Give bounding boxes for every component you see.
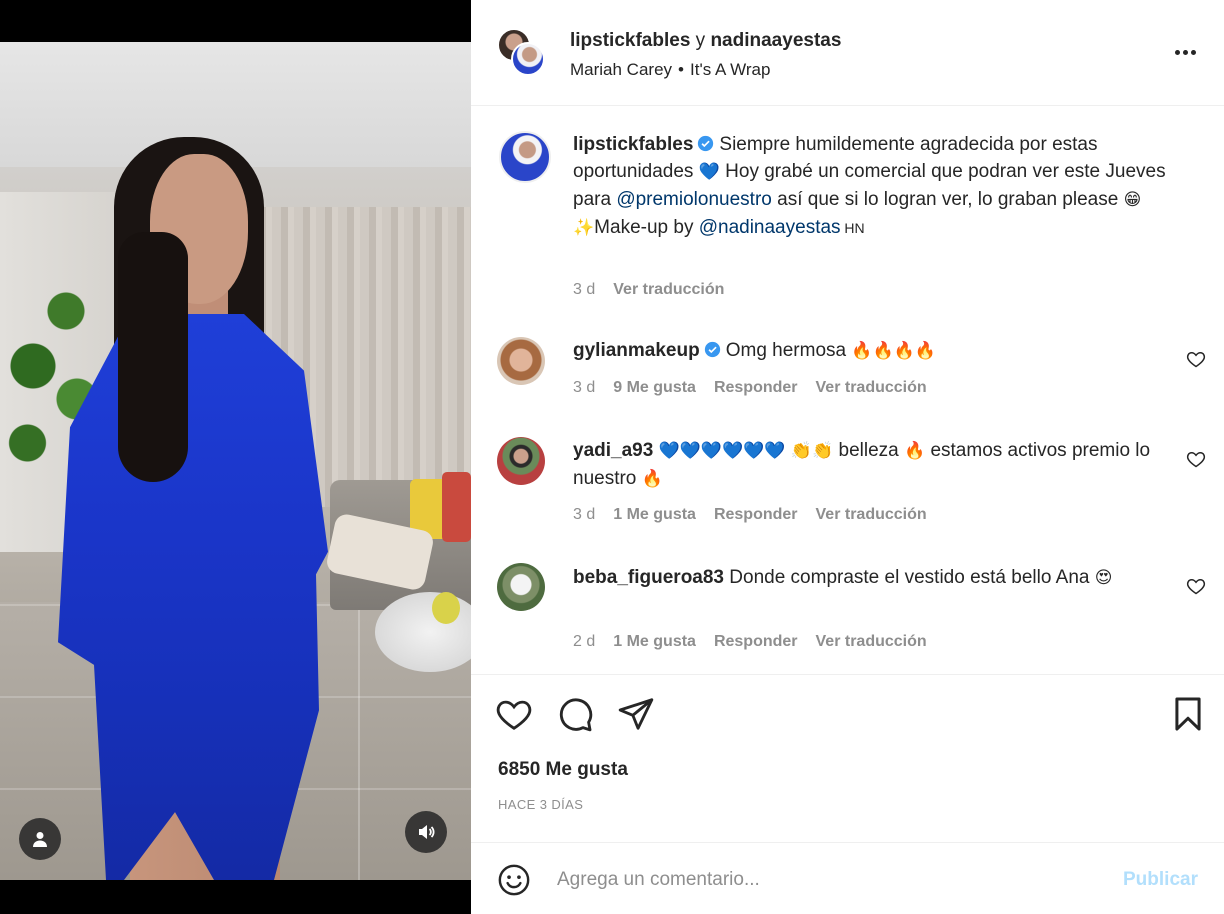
comment-emoji: 👏👏 <box>790 441 834 461</box>
comment-input[interactable] <box>557 865 1097 895</box>
verified-badge-icon <box>698 135 714 152</box>
avatar[interactable] <box>499 131 551 183</box>
collab-avatars[interactable] <box>497 28 547 78</box>
post-authors: lipstickfables y nadinaayestas <box>570 30 841 52</box>
comment-emoji: 🔥 <box>641 469 663 489</box>
avatar[interactable] <box>497 337 545 385</box>
video-frame[interactable] <box>0 42 471 880</box>
audio-separator: • <box>678 60 684 79</box>
comment-composer: Publicar <box>471 842 1224 914</box>
like-comment-heart-icon[interactable] <box>1186 349 1206 369</box>
caption-text: Make-up by <box>594 217 699 238</box>
avatar <box>511 42 545 76</box>
comment-meta: 3 d 1 Me gusta Responder Ver traducción <box>573 506 945 524</box>
timestamp[interactable]: 3 d <box>573 281 595 298</box>
audio-track[interactable]: It's A Wrap <box>690 60 770 79</box>
comment-emoji: 🔥 <box>904 441 926 461</box>
comment-body: yadi_a93 💙💙💙💙💙💙 👏👏 belleza 🔥 estamos act… <box>573 437 1173 493</box>
like-comment-heart-icon[interactable] <box>1186 576 1206 596</box>
avatar[interactable] <box>497 563 545 611</box>
timestamp[interactable]: 3 d <box>573 506 595 523</box>
comment-meta: 2 d 1 Me gusta Responder Ver traducción <box>573 633 945 651</box>
author-link[interactable]: nadinaayestas <box>710 30 841 51</box>
verified-badge-icon <box>704 341 720 358</box>
post-caption: lipstickfables Siempre humildemente agrad… <box>573 131 1193 242</box>
emoji-icon[interactable] <box>497 863 531 897</box>
volume-icon <box>419 825 435 839</box>
avatar[interactable] <box>497 437 545 485</box>
caption-emoji: 💙 <box>698 162 720 182</box>
person-hair <box>118 232 188 482</box>
tagged-users-button[interactable] <box>19 818 61 860</box>
post-panel: lipstickfables y nadinaayestas Mariah Ca… <box>471 0 1224 914</box>
audio-attribution: Mariah Carey • It's A Wrap <box>570 60 770 80</box>
mention-link[interactable]: @premiolonuestro <box>616 189 772 210</box>
likes-count[interactable]: 1 Me gusta <box>613 633 696 650</box>
post-actions: 6850 Me gusta HACE 3 DÍAS <box>471 674 1224 834</box>
translate-link[interactable]: Ver traducción <box>816 506 927 523</box>
comment-emoji: 🔥🔥🔥🔥 <box>851 341 937 361</box>
caption-meta: 3 d Ver traducción <box>573 281 742 299</box>
reply-button[interactable]: Responder <box>714 633 798 650</box>
post-header: lipstickfables y nadinaayestas Mariah Ca… <box>471 0 1224 106</box>
bookmark-icon[interactable] <box>1169 695 1207 733</box>
publish-button[interactable]: Publicar <box>1123 869 1198 891</box>
likes-count[interactable]: 9 Me gusta <box>613 379 696 396</box>
heart-icon[interactable] <box>495 695 533 733</box>
comment-text: Omg hermosa <box>725 340 852 361</box>
timestamp[interactable]: 2 d <box>573 633 595 650</box>
translate-link[interactable]: Ver traducción <box>816 379 927 396</box>
user-icon <box>33 832 47 847</box>
caption-text: HN <box>840 220 865 236</box>
scene-ceiling <box>0 42 471 167</box>
comment-username[interactable]: yadi_a93 <box>573 440 653 461</box>
comment-body: beba_figueroa83 Donde compraste el vesti… <box>573 564 1173 592</box>
like-comment-heart-icon[interactable] <box>1186 449 1206 469</box>
more-horizontal-icon <box>1190 49 1196 55</box>
caption-emoji: ✨ <box>573 218 595 238</box>
share-icon[interactable] <box>617 695 655 733</box>
mention-link[interactable]: @nadinaayestas <box>699 217 841 238</box>
comment-body: gylianmakeup Omg hermosa 🔥🔥🔥🔥 <box>573 337 1173 365</box>
more-horizontal-icon <box>1182 49 1188 55</box>
post-media[interactable] <box>0 0 471 914</box>
translate-link[interactable]: Ver traducción <box>816 633 927 650</box>
scene-vase <box>432 592 460 624</box>
likes-count[interactable]: 1 Me gusta <box>613 506 696 523</box>
comment-text: Donde compraste el vestido está bello An… <box>729 567 1090 588</box>
audio-toggle-button[interactable] <box>405 811 447 853</box>
reply-button[interactable]: Responder <box>714 506 798 523</box>
more-horizontal-icon <box>1174 49 1180 55</box>
comment-text: belleza <box>833 440 904 461</box>
more-options-button[interactable] <box>1171 40 1199 64</box>
comment-username[interactable]: gylianmakeup <box>573 340 700 361</box>
post-timestamp[interactable]: HACE 3 DÍAS <box>498 797 583 812</box>
caption-text: así que si lo logran ver, lo graban plea… <box>771 189 1124 210</box>
caption-emoji: 😁 <box>1123 190 1142 210</box>
reply-button[interactable]: Responder <box>714 379 798 396</box>
caption-username[interactable]: lipstickfables <box>573 134 693 155</box>
comment-icon[interactable] <box>556 695 594 733</box>
scene-cushion <box>442 472 471 542</box>
comment-emoji: 😍 <box>1094 568 1113 588</box>
comment-username[interactable]: beba_figueroa83 <box>573 567 724 588</box>
author-connector: y <box>690 30 711 51</box>
post-likes-count[interactable]: 6850 Me gusta <box>498 759 628 781</box>
comment-meta: 3 d 9 Me gusta Responder Ver traducción <box>573 379 945 397</box>
timestamp[interactable]: 3 d <box>573 379 595 396</box>
audio-artist[interactable]: Mariah Carey <box>570 60 672 79</box>
translate-link[interactable]: Ver traducción <box>613 281 724 298</box>
comment-emoji: 💙💙💙💙💙💙 <box>658 441 786 461</box>
author-link[interactable]: lipstickfables <box>570 30 690 51</box>
